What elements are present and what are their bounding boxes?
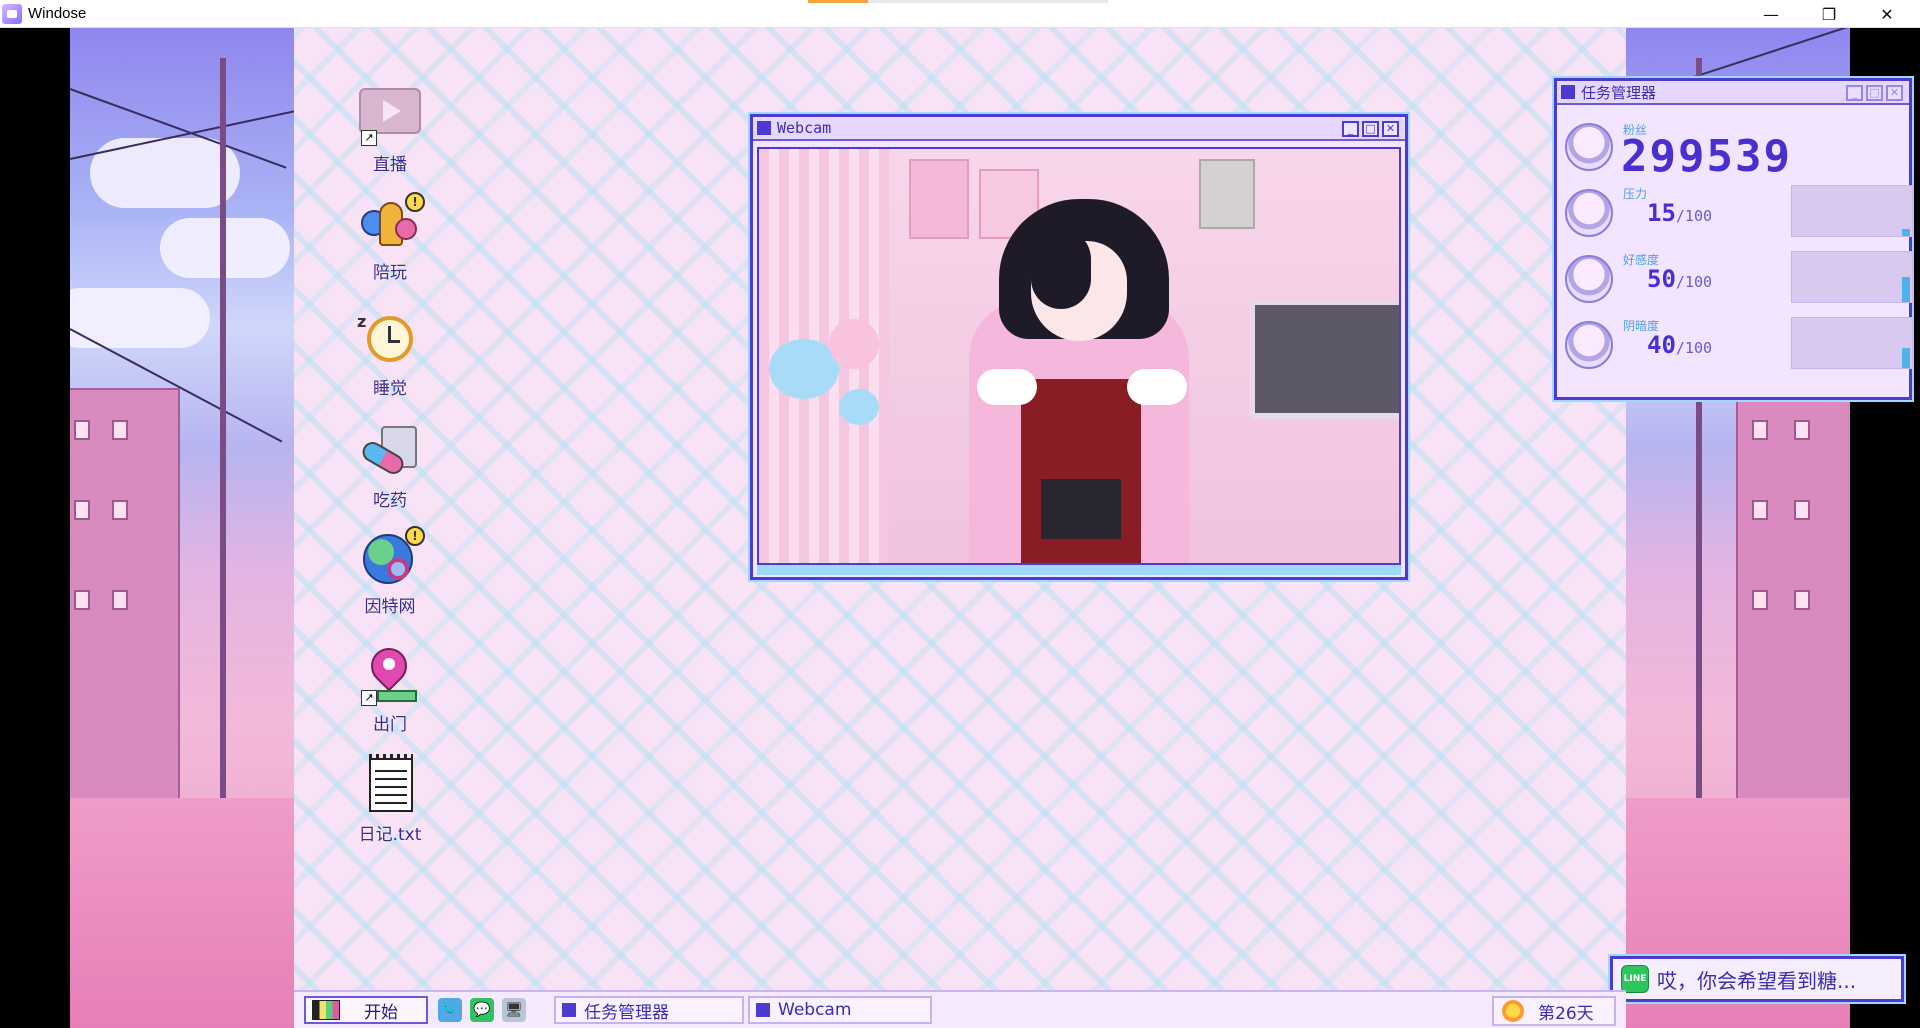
window-minimize-button[interactable]: _	[1846, 85, 1863, 101]
stat-row-affection: 好感度 50/100	[1565, 251, 1913, 307]
desktop-icon-label: 因特网	[364, 597, 416, 617]
shortcut-arrow-icon: ↗	[361, 130, 377, 146]
computer-icon[interactable]: 🖥	[502, 998, 526, 1022]
desktop-icon-internet[interactable]: ! 因特网	[330, 526, 450, 617]
notepad-icon	[359, 754, 421, 816]
desktop-icon-sleep[interactable]: z 睡觉	[330, 312, 450, 399]
window-square-icon	[1561, 85, 1575, 99]
followers-row: 粉丝 299539	[1565, 117, 1905, 182]
desktop-icon-medicine[interactable]: 吃药	[330, 424, 450, 511]
globe-search-icon: !	[359, 526, 425, 588]
webcam-window[interactable]: Webcam _ □ ✕	[750, 114, 1408, 580]
start-label: 开始	[364, 1002, 398, 1023]
notification-text: 哎，你会希望看到糖...	[1657, 968, 1857, 993]
window-square-icon	[757, 121, 771, 135]
webcam-title: Webcam	[777, 119, 832, 137]
window-minimize-button[interactable]: _	[1342, 121, 1359, 137]
people-group-icon: !	[359, 192, 425, 254]
alert-badge-icon: !	[405, 526, 425, 546]
day-label: 第26天	[1538, 1003, 1594, 1024]
desktop: ↗ 直播 ! 陪玩 z 睡觉 吃药 ! 因特网 ↗ 出门 日记.txt Webc…	[294, 28, 1913, 1028]
window-close-button[interactable]: ✕	[1886, 85, 1903, 101]
app-icon	[2, 3, 22, 24]
desktop-icon-escort-play[interactable]: ! 陪玩	[330, 192, 450, 283]
webcam-statusbar	[757, 565, 1401, 575]
desktop-icon-label: 陪玩	[373, 263, 407, 283]
desktop-icon-label: 吃药	[373, 491, 407, 511]
chat-app-icon: LINE	[1621, 965, 1649, 993]
start-button[interactable]: 开始	[304, 996, 428, 1024]
window-close-button[interactable]: ✕	[1382, 121, 1399, 137]
webcam-titlebar[interactable]: Webcam	[753, 117, 1405, 141]
stat-row-stress: 压力 15/100	[1565, 185, 1913, 241]
host-titlebar: Windose — ❐ ✕	[0, 0, 1920, 28]
window-maximize-button[interactable]: □	[1362, 121, 1379, 137]
desktop-icon-label: 日记.txt	[358, 825, 422, 845]
window-square-icon	[756, 1003, 770, 1017]
chat-bubble-icon[interactable]: 💬	[470, 998, 494, 1022]
alert-badge-icon: !	[405, 192, 425, 212]
stat-meter	[1791, 185, 1913, 237]
pills-icon	[358, 424, 421, 482]
stat-value: 40/100	[1647, 331, 1713, 359]
taskbar-item-label: Webcam	[778, 1000, 852, 1020]
webcam-feed	[757, 147, 1401, 565]
titlebar-progress-indicator	[808, 0, 1108, 3]
quick-launch: 🐦 💬 🖥	[438, 998, 526, 1022]
bird-icon[interactable]: 🐦	[438, 998, 462, 1022]
avatar-icon	[1565, 189, 1613, 237]
desktop-icon-go-out[interactable]: ↗ 出门	[330, 640, 450, 735]
desktop-icon-stream[interactable]: ↗ 直播	[330, 88, 450, 175]
map-pin-icon: ↗	[359, 640, 421, 706]
notification-toast[interactable]: LINE 哎，你会希望看到糖...	[1610, 956, 1904, 1002]
stat-value: 50/100	[1647, 265, 1713, 293]
taskbar-item-webcam[interactable]: Webcam	[748, 996, 932, 1024]
stat-label: 压力	[1623, 187, 1648, 201]
stat-meter	[1791, 317, 1913, 369]
stat-value: 15/100	[1647, 199, 1713, 227]
desktop-icon-label: 睡觉	[373, 379, 407, 399]
app-title: Windose	[28, 5, 87, 22]
desktop-icon-diary[interactable]: 日记.txt	[330, 754, 450, 845]
taskbar-item-label: 任务管理器	[584, 1002, 669, 1023]
sun-icon	[1502, 1000, 1524, 1022]
shortcut-arrow-icon: ↗	[361, 690, 377, 706]
restore-button[interactable]: ❐	[1800, 0, 1858, 28]
minimize-button[interactable]: —	[1742, 0, 1800, 28]
left-scenery	[70, 28, 294, 1028]
desktop-icon-label: 直播	[373, 155, 407, 175]
avatar-icon	[1565, 123, 1613, 171]
window-square-icon	[562, 1003, 576, 1017]
windose-logo-icon	[312, 1000, 340, 1020]
taskbar: 开始 🐦 💬 🖥 任务管理器 Webcam 第26天	[294, 990, 1626, 1028]
video-play-icon: ↗	[359, 88, 421, 146]
alarm-clock-icon: z	[357, 312, 421, 370]
task-manager-title: 任务管理器	[1581, 83, 1657, 102]
window-maximize-button[interactable]: □	[1866, 85, 1883, 101]
stat-meter	[1791, 251, 1913, 303]
day-counter: 第26天	[1492, 996, 1616, 1026]
task-manager-window[interactable]: 任务管理器 _ □ ✕ 粉丝 299539 压力 15/100 好感度 50/1…	[1554, 78, 1913, 400]
desktop-icon-label: 出门	[373, 715, 407, 735]
close-button[interactable]: ✕	[1858, 0, 1916, 28]
followers-count: 299539	[1621, 131, 1792, 182]
avatar-icon	[1565, 255, 1613, 303]
taskbar-item-task-manager[interactable]: 任务管理器	[554, 996, 744, 1024]
avatar-icon	[1565, 321, 1613, 369]
stat-row-darkness: 阴暗度 40/100	[1565, 317, 1913, 373]
